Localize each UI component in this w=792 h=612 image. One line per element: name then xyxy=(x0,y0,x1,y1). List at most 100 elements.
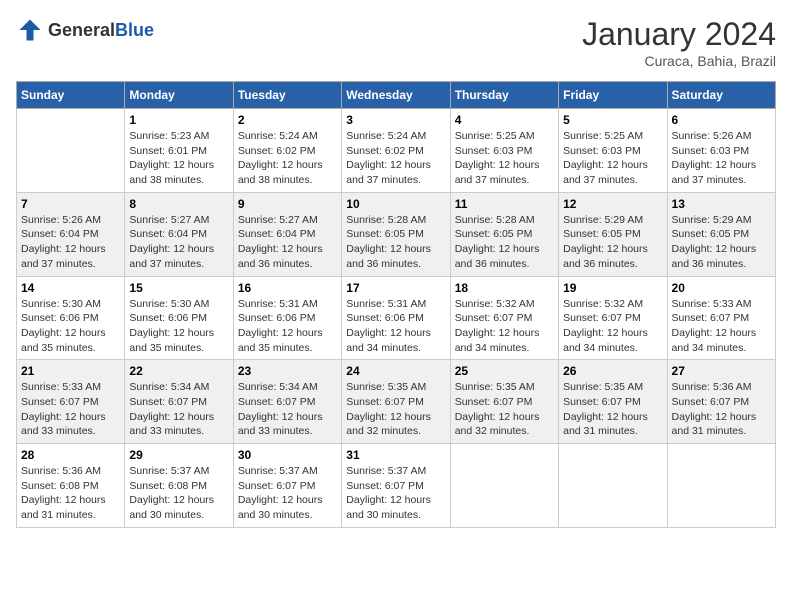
day-number: 19 xyxy=(563,281,662,295)
calendar-cell: 28 Sunrise: 5:36 AM Sunset: 6:08 PM Dayli… xyxy=(17,444,125,528)
calendar-cell: 7 Sunrise: 5:26 AM Sunset: 6:04 PM Daylig… xyxy=(17,192,125,276)
calendar-cell: 15 Sunrise: 5:30 AM Sunset: 6:06 PM Dayli… xyxy=(125,276,233,360)
calendar-cell: 20 Sunrise: 5:33 AM Sunset: 6:07 PM Dayli… xyxy=(667,276,775,360)
day-number: 12 xyxy=(563,197,662,211)
logo-blue: Blue xyxy=(115,20,154,40)
calendar-cell: 6 Sunrise: 5:26 AM Sunset: 6:03 PM Daylig… xyxy=(667,109,775,193)
week-row-4: 21Sunrise: 5:33 AM Sunset: 6:07 PM Dayli… xyxy=(17,360,776,444)
day-content: Sunrise: 5:37 AM Sunset: 6:08 PM Dayligh… xyxy=(129,464,228,523)
day-content: Sunrise: 5:37 AM Sunset: 6:07 PM Dayligh… xyxy=(346,464,445,523)
day-number: 6 xyxy=(672,113,771,127)
day-number: 8 xyxy=(129,197,228,211)
day-content: Sunrise: 5:35 AM Sunset: 6:07 PM Dayligh… xyxy=(563,380,662,439)
day-header-saturday: Saturday xyxy=(667,82,775,109)
calendar-cell xyxy=(559,444,667,528)
day-number: 15 xyxy=(129,281,228,295)
day-number: 18 xyxy=(455,281,554,295)
day-content: Sunrise: 5:28 AM Sunset: 6:05 PM Dayligh… xyxy=(346,213,445,272)
day-number: 3 xyxy=(346,113,445,127)
day-number: 17 xyxy=(346,281,445,295)
day-content: Sunrise: 5:24 AM Sunset: 6:02 PM Dayligh… xyxy=(238,129,337,188)
week-row-2: 7 Sunrise: 5:26 AM Sunset: 6:04 PM Daylig… xyxy=(17,192,776,276)
day-number: 31 xyxy=(346,448,445,462)
day-number: 20 xyxy=(672,281,771,295)
day-content: Sunrise: 5:35 AM Sunset: 6:07 PM Dayligh… xyxy=(346,380,445,439)
calendar-cell: 30 Sunrise: 5:37 AM Sunset: 6:07 PM Dayli… xyxy=(233,444,341,528)
day-number: 4 xyxy=(455,113,554,127)
logo-general: General xyxy=(48,20,115,40)
day-header-friday: Friday xyxy=(559,82,667,109)
day-number: 23 xyxy=(238,364,337,378)
calendar-cell: 10 Sunrise: 5:28 AM Sunset: 6:05 PM Dayli… xyxy=(342,192,450,276)
calendar-cell: 27Sunrise: 5:36 AM Sunset: 6:07 PM Dayli… xyxy=(667,360,775,444)
calendar-cell: 11 Sunrise: 5:28 AM Sunset: 6:05 PM Dayli… xyxy=(450,192,558,276)
day-header-monday: Monday xyxy=(125,82,233,109)
day-number: 30 xyxy=(238,448,337,462)
day-content: Sunrise: 5:36 AM Sunset: 6:07 PM Dayligh… xyxy=(672,380,771,439)
calendar-cell: 5Sunrise: 5:25 AM Sunset: 6:03 PM Daylig… xyxy=(559,109,667,193)
day-content: Sunrise: 5:23 AM Sunset: 6:01 PM Dayligh… xyxy=(129,129,228,188)
day-content: Sunrise: 5:33 AM Sunset: 6:07 PM Dayligh… xyxy=(21,380,120,439)
day-content: Sunrise: 5:25 AM Sunset: 6:03 PM Dayligh… xyxy=(455,129,554,188)
day-content: Sunrise: 5:35 AM Sunset: 6:07 PM Dayligh… xyxy=(455,380,554,439)
day-content: Sunrise: 5:30 AM Sunset: 6:06 PM Dayligh… xyxy=(129,297,228,356)
calendar-cell: 1 Sunrise: 5:23 AM Sunset: 6:01 PM Daylig… xyxy=(125,109,233,193)
day-number: 9 xyxy=(238,197,337,211)
day-number: 22 xyxy=(129,364,228,378)
day-number: 13 xyxy=(672,197,771,211)
logo: GeneralBlue xyxy=(16,16,154,44)
day-content: Sunrise: 5:31 AM Sunset: 6:06 PM Dayligh… xyxy=(238,297,337,356)
day-number: 26 xyxy=(563,364,662,378)
week-row-5: 28 Sunrise: 5:36 AM Sunset: 6:08 PM Dayli… xyxy=(17,444,776,528)
calendar-cell: 8 Sunrise: 5:27 AM Sunset: 6:04 PM Daylig… xyxy=(125,192,233,276)
day-content: Sunrise: 5:29 AM Sunset: 6:05 PM Dayligh… xyxy=(563,213,662,272)
calendar-cell xyxy=(17,109,125,193)
day-number: 1 xyxy=(129,113,228,127)
day-content: Sunrise: 5:27 AM Sunset: 6:04 PM Dayligh… xyxy=(129,213,228,272)
day-content: Sunrise: 5:32 AM Sunset: 6:07 PM Dayligh… xyxy=(563,297,662,356)
day-header-sunday: Sunday xyxy=(17,82,125,109)
calendar-cell: 14 Sunrise: 5:30 AM Sunset: 6:06 PM Dayli… xyxy=(17,276,125,360)
page-header: GeneralBlue January 2024 Curaca, Bahia, … xyxy=(16,16,776,69)
day-number: 11 xyxy=(455,197,554,211)
day-number: 10 xyxy=(346,197,445,211)
calendar-cell: 25 Sunrise: 5:35 AM Sunset: 6:07 PM Dayli… xyxy=(450,360,558,444)
day-header-thursday: Thursday xyxy=(450,82,558,109)
day-number: 16 xyxy=(238,281,337,295)
calendar-cell xyxy=(667,444,775,528)
calendar-table: SundayMondayTuesdayWednesdayThursdayFrid… xyxy=(16,81,776,528)
day-content: Sunrise: 5:36 AM Sunset: 6:08 PM Dayligh… xyxy=(21,464,120,523)
week-row-1: 1 Sunrise: 5:23 AM Sunset: 6:01 PM Daylig… xyxy=(17,109,776,193)
day-number: 2 xyxy=(238,113,337,127)
day-number: 14 xyxy=(21,281,120,295)
calendar-cell: 17Sunrise: 5:31 AM Sunset: 6:06 PM Dayli… xyxy=(342,276,450,360)
day-content: Sunrise: 5:33 AM Sunset: 6:07 PM Dayligh… xyxy=(672,297,771,356)
day-content: Sunrise: 5:34 AM Sunset: 6:07 PM Dayligh… xyxy=(129,380,228,439)
day-number: 25 xyxy=(455,364,554,378)
calendar-cell: 21Sunrise: 5:33 AM Sunset: 6:07 PM Dayli… xyxy=(17,360,125,444)
day-content: Sunrise: 5:37 AM Sunset: 6:07 PM Dayligh… xyxy=(238,464,337,523)
day-number: 28 xyxy=(21,448,120,462)
day-content: Sunrise: 5:26 AM Sunset: 6:04 PM Dayligh… xyxy=(21,213,120,272)
calendar-cell: 26 Sunrise: 5:35 AM Sunset: 6:07 PM Dayli… xyxy=(559,360,667,444)
day-content: Sunrise: 5:32 AM Sunset: 6:07 PM Dayligh… xyxy=(455,297,554,356)
day-header-wednesday: Wednesday xyxy=(342,82,450,109)
logo-text: GeneralBlue xyxy=(48,20,154,41)
day-content: Sunrise: 5:28 AM Sunset: 6:05 PM Dayligh… xyxy=(455,213,554,272)
week-row-3: 14 Sunrise: 5:30 AM Sunset: 6:06 PM Dayli… xyxy=(17,276,776,360)
day-content: Sunrise: 5:26 AM Sunset: 6:03 PM Dayligh… xyxy=(672,129,771,188)
day-content: Sunrise: 5:25 AM Sunset: 6:03 PM Dayligh… xyxy=(563,129,662,188)
day-content: Sunrise: 5:30 AM Sunset: 6:06 PM Dayligh… xyxy=(21,297,120,356)
calendar-cell: 19 Sunrise: 5:32 AM Sunset: 6:07 PM Dayli… xyxy=(559,276,667,360)
day-number: 29 xyxy=(129,448,228,462)
day-content: Sunrise: 5:34 AM Sunset: 6:07 PM Dayligh… xyxy=(238,380,337,439)
calendar-cell: 3Sunrise: 5:24 AM Sunset: 6:02 PM Daylig… xyxy=(342,109,450,193)
logo-icon xyxy=(16,16,44,44)
calendar-cell: 13 Sunrise: 5:29 AM Sunset: 6:05 PM Dayli… xyxy=(667,192,775,276)
day-number: 7 xyxy=(21,197,120,211)
calendar-cell: 23 Sunrise: 5:34 AM Sunset: 6:07 PM Dayli… xyxy=(233,360,341,444)
day-content: Sunrise: 5:29 AM Sunset: 6:05 PM Dayligh… xyxy=(672,213,771,272)
calendar-cell: 12 Sunrise: 5:29 AM Sunset: 6:05 PM Dayli… xyxy=(559,192,667,276)
day-header-tuesday: Tuesday xyxy=(233,82,341,109)
calendar-cell: 9Sunrise: 5:27 AM Sunset: 6:04 PM Daylig… xyxy=(233,192,341,276)
